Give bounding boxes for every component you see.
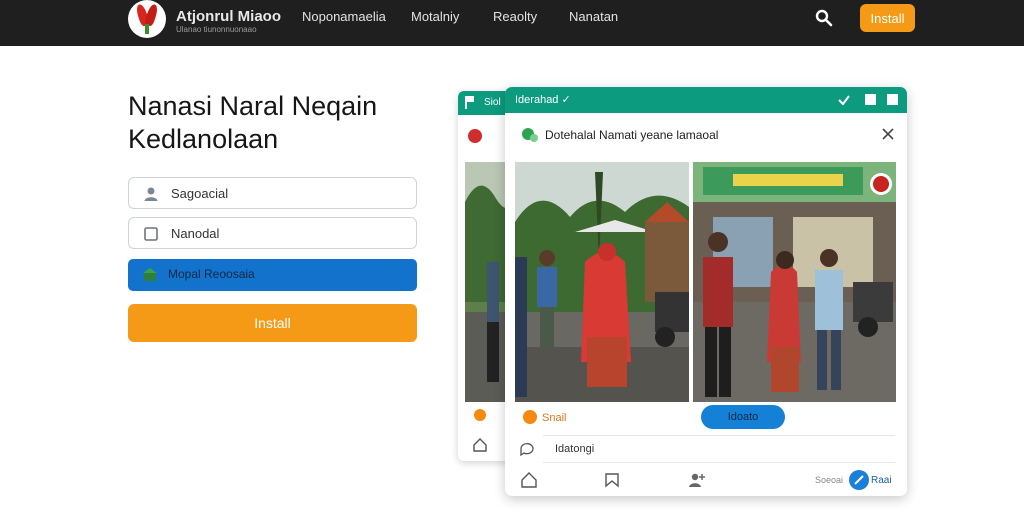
snail-label: Snail	[542, 412, 567, 424]
add-user-icon[interactable]	[688, 471, 706, 489]
foreground-app-window: Iderahad ✓ Dotehalal Namati yeane lamaoa…	[505, 87, 907, 496]
top-navbar: Atjonrul Miaoo Ulanao tiunonnuonaao Nopo…	[0, 0, 1024, 46]
nav-label-2[interactable]: Raai	[871, 475, 892, 486]
flag-icon	[465, 96, 474, 109]
brand-logo[interactable]	[128, 0, 166, 38]
user-field[interactable]: Sagoacial	[128, 177, 417, 209]
home-icon[interactable]	[520, 471, 538, 489]
check-icon[interactable]	[837, 93, 851, 107]
nav-link-3[interactable]: Reaolty	[493, 9, 537, 24]
close-icon[interactable]	[880, 126, 896, 142]
comment-icon[interactable]	[519, 441, 535, 457]
home-icon[interactable]	[472, 437, 488, 453]
nav-link-4[interactable]: Nanatan	[569, 9, 618, 24]
nav-link-1[interactable]: Noponamaelia	[302, 9, 386, 24]
snail-icon	[523, 410, 537, 424]
nav-install-button[interactable]: Install	[860, 4, 915, 32]
nav-label-1[interactable]: Soeoai	[815, 475, 843, 485]
brand-title: Atjonrul Miaoo	[176, 8, 281, 25]
chat-bubble-icon	[522, 128, 538, 142]
nav-link-2[interactable]: Motalniy	[411, 9, 459, 24]
user-field-text: Sagoacial	[171, 186, 229, 201]
window-square-icon[interactable]	[865, 94, 876, 105]
window-title: Iderahad ✓	[515, 94, 571, 106]
checkbox-icon[interactable]	[143, 226, 159, 242]
primary-action-button[interactable]: Mopal Reoosaia	[128, 259, 417, 291]
comment-input[interactable]: Idatongi	[543, 435, 895, 463]
status-dot-icon	[474, 409, 486, 421]
brand-subtitle: Ulanao tiunonnuonaao	[176, 25, 257, 34]
page-title: Nanasi Naral Neqain Kedlanolaan	[128, 90, 428, 156]
background-window-title: Siol	[484, 97, 501, 108]
primary-action-label: Mopal Reoosaia	[168, 267, 255, 281]
comment-text: Idatongi	[555, 443, 595, 455]
checkbox-field-text: Nanodal	[171, 226, 220, 241]
page-title-line-2: Kedlanolaan	[128, 124, 279, 154]
install-button[interactable]: Install	[128, 304, 417, 342]
dialog-title: Dotehalal Namati yeane lamaoal	[545, 128, 719, 142]
pill-action-button[interactable]: Idoato	[701, 405, 785, 429]
user-icon	[144, 187, 158, 201]
box-icon	[143, 268, 157, 281]
bookmark-icon[interactable]	[603, 471, 621, 489]
photo-shop[interactable]	[693, 162, 896, 402]
share-icon[interactable]	[849, 470, 869, 490]
page-title-line-1: Nanasi Naral Neqain	[128, 91, 378, 121]
checkbox-field[interactable]: Nanodal	[128, 217, 417, 249]
photo-village[interactable]	[515, 162, 689, 402]
search-icon[interactable]	[815, 9, 833, 27]
record-icon[interactable]	[468, 129, 482, 143]
window-square-icon-2[interactable]	[887, 94, 898, 105]
window-header: Iderahad ✓	[505, 87, 907, 113]
